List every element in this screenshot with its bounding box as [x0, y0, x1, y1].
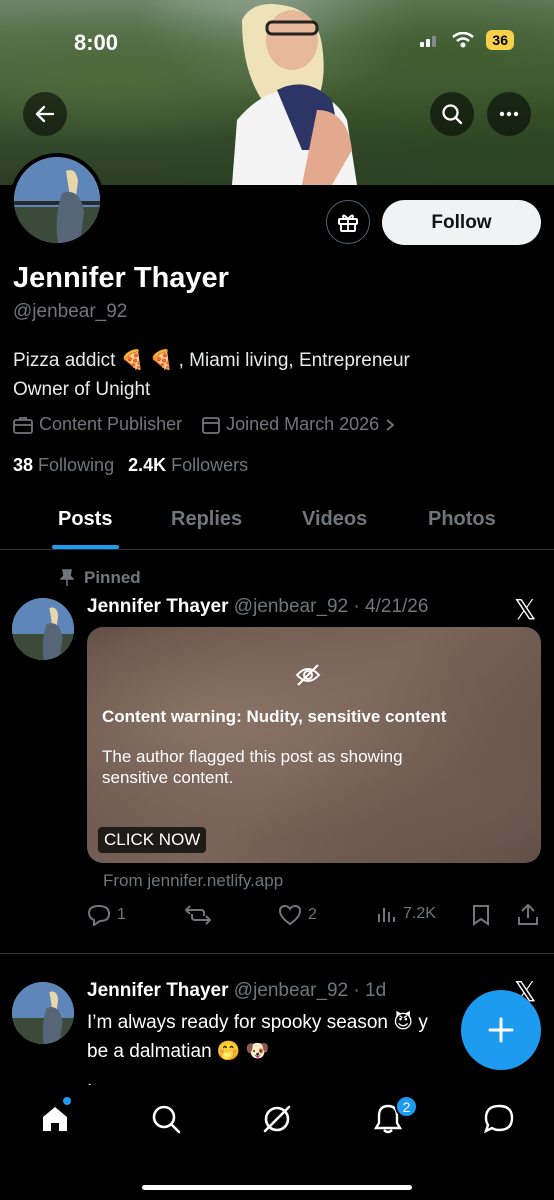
avatar-photo [12, 598, 74, 660]
post-text-line-2: be a dalmatian 🤭 🐶 [87, 1041, 270, 1062]
post-header: Jennifer Thayer @jenbear_92 · 4/21/26 [87, 596, 428, 618]
bio-line-1: Pizza addict 🍕 🍕 , Miami living, Entrepr… [13, 350, 410, 371]
home-unread-dot [63, 1097, 71, 1105]
notifications-badge: 2 [395, 1095, 418, 1118]
tab-replies[interactable]: Replies [171, 508, 242, 531]
post-text: I’m always ready for spooky season 😈 y b… [87, 1008, 467, 1095]
reply-button[interactable]: 1 [87, 904, 126, 926]
bookmark-icon [473, 905, 489, 926]
profile-banner[interactable]: 8:00 36 [0, 0, 554, 185]
post-handle-date: @jenbear_92 · 4/21/26 [233, 596, 429, 617]
calendar-icon [202, 416, 220, 434]
nav-messages[interactable] [479, 1099, 519, 1139]
gift-icon [338, 214, 358, 232]
source-link[interactable]: From jennifer.netlify.app [103, 871, 283, 891]
warning-title: Content warning: Nudity, sensitive conte… [102, 707, 447, 726]
eye-off-icon [295, 664, 321, 686]
signal-icon [420, 36, 437, 47]
chevron-right-icon [386, 418, 395, 431]
bottom-navigation: 2 [0, 1085, 554, 1200]
tab-videos[interactable]: Videos [302, 508, 367, 531]
like-count: 2 [308, 906, 317, 923]
briefcase-icon [13, 416, 33, 434]
profile-tabs: Posts Replies Videos Photos [0, 500, 554, 550]
following-link[interactable]: 38 Following [13, 455, 114, 476]
content-warning-card[interactable]: Content warning: Nudity, sensitive conte… [87, 627, 541, 863]
battery-indicator: 36 [486, 30, 514, 50]
message-icon [483, 1104, 514, 1134]
views-button[interactable]: 7.2K [377, 904, 436, 924]
post-divider [0, 953, 554, 954]
profile-category-label: Content Publisher [39, 414, 183, 434]
avatar-photo [14, 157, 100, 243]
post-handle-date: @jenbear_92 · 1d [233, 980, 387, 1001]
profile-avatar[interactable] [10, 153, 104, 247]
following-count: 38 [13, 455, 34, 475]
post-avatar[interactable] [12, 598, 74, 660]
search-button[interactable] [430, 92, 474, 136]
home-indicator [142, 1185, 412, 1190]
follow-stats: 38 Following 2.4K Followers [13, 455, 248, 476]
warning-description: The author flagged this post as showing … [102, 747, 403, 787]
pinned-label: Pinned [60, 568, 141, 588]
profile-handle: @jenbear_92 [13, 301, 128, 322]
compose-button[interactable] [461, 990, 541, 1070]
reply-count: 1 [117, 906, 126, 923]
post-avatar[interactable] [12, 982, 74, 1044]
bio-line-2: Owner of Unight [13, 379, 151, 400]
post-author[interactable]: Jennifer Thayer [87, 596, 229, 617]
status-time: 8:00 [74, 30, 119, 55]
profile-joined[interactable]: Joined March 2026 [202, 414, 395, 435]
following-label: Following [38, 455, 115, 475]
like-button[interactable]: 2 [278, 904, 317, 926]
followers-count: 2.4K [128, 455, 167, 475]
profile-bio: Pizza addict 🍕 🍕 , Miami living, Entrepr… [13, 346, 533, 404]
plus-icon [488, 1017, 514, 1043]
nav-search[interactable] [146, 1099, 186, 1139]
view-count: 7.2K [403, 905, 436, 922]
search-icon [442, 104, 463, 125]
pin-icon [60, 569, 74, 586]
share-icon [518, 904, 538, 925]
arrow-left-icon [35, 105, 55, 123]
click-now-button[interactable]: CLICK NOW [98, 827, 207, 853]
avatar-photo [12, 982, 74, 1044]
repost-icon [185, 905, 211, 925]
followers-link[interactable]: 2.4K Followers [128, 455, 248, 476]
wifi-icon [452, 32, 475, 48]
post-actions: 1 2 7.2K [87, 904, 541, 928]
follow-button[interactable]: Follow [382, 200, 541, 245]
home-icon [43, 1107, 67, 1131]
active-tab-indicator [52, 545, 119, 549]
pinned-text: Pinned [84, 568, 141, 587]
grok-icon [263, 1105, 291, 1133]
followers-label: Followers [171, 455, 249, 475]
profile-category: Content Publisher [13, 414, 182, 435]
x-logo-icon: 𝕏 [514, 593, 537, 626]
tab-posts[interactable]: Posts [58, 508, 112, 531]
profile-display-name: Jennifer Thayer [13, 262, 229, 294]
back-button[interactable] [23, 92, 67, 136]
profile-joined-label: Joined March 2026 [226, 414, 380, 434]
profile-meta: Content Publisher Joined March 2026 [13, 414, 415, 435]
nav-grok[interactable] [257, 1099, 297, 1139]
bookmark-button[interactable] [472, 904, 490, 926]
bar-chart-icon [378, 908, 395, 922]
search-icon [152, 1105, 181, 1134]
status-bar: 8:00 36 [0, 0, 554, 80]
tab-photos[interactable]: Photos [428, 508, 496, 531]
heart-icon [278, 904, 302, 926]
gift-button[interactable] [326, 200, 370, 244]
more-dots-icon [499, 111, 519, 117]
post-text-line-1: I’m always ready for spooky season 😈 y [87, 1012, 428, 1033]
post-author[interactable]: Jennifer Thayer [87, 980, 229, 1001]
more-options-button[interactable] [487, 92, 531, 136]
repost-button[interactable] [185, 904, 211, 926]
reply-icon [87, 904, 111, 926]
share-button[interactable] [517, 904, 539, 926]
post-header: Jennifer Thayer @jenbear_92 · 1d [87, 980, 386, 1002]
nav-home[interactable] [35, 1099, 75, 1139]
